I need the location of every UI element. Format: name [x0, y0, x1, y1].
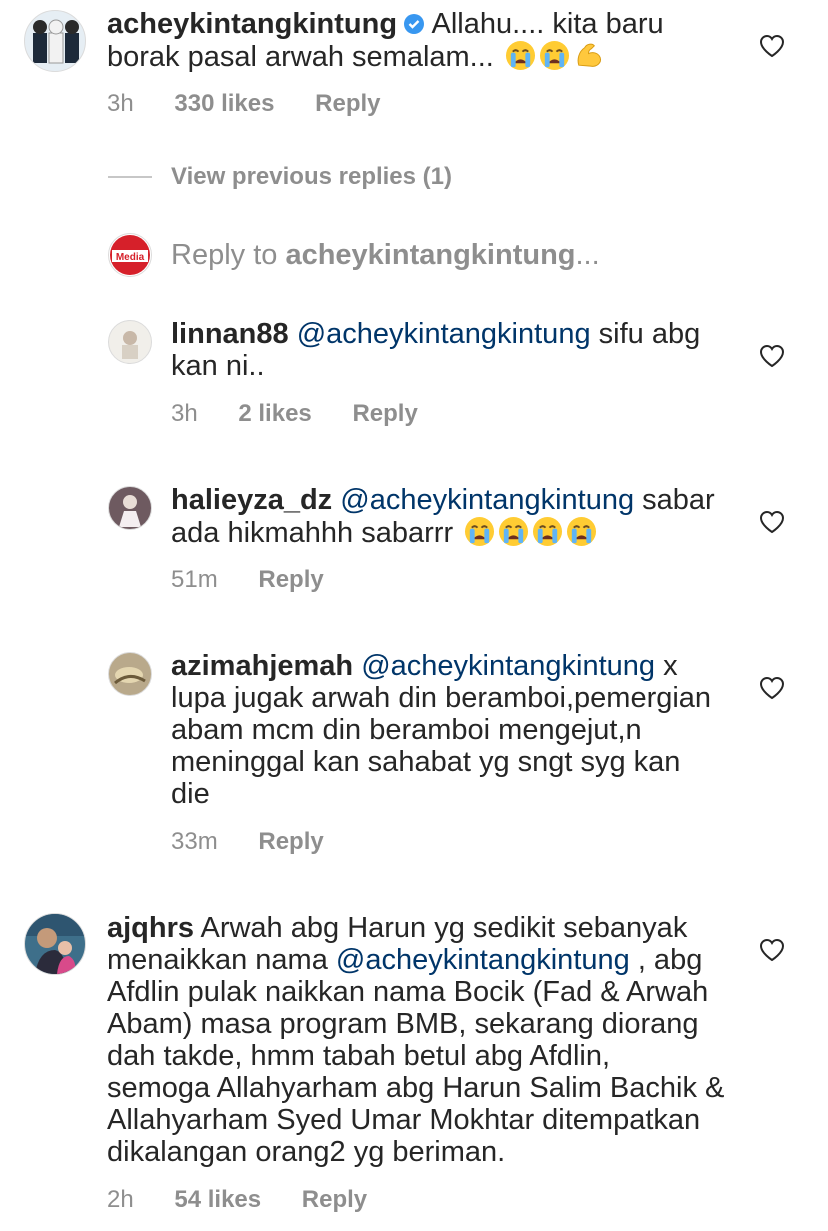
- comment-text-line: semoga Allahyarham abg Harun Salim Bachi…: [107, 1072, 725, 1104]
- crying-face-icon: [505, 40, 536, 71]
- username[interactable]: acheykintangkintung: [107, 8, 397, 40]
- crying-face-icon: [498, 516, 529, 547]
- comment-time: 51m: [171, 566, 218, 593]
- reply-to-input[interactable]: Reply to acheykintangkintung...: [171, 239, 600, 271]
- comment-text-line: Allahyarham Syed Umar Mokhtar ditempatka…: [107, 1104, 701, 1136]
- reply-button[interactable]: Reply: [258, 566, 323, 593]
- comment-time: 33m: [171, 828, 218, 855]
- comment-text: menaikkan nama: [107, 944, 336, 976]
- avatar[interactable]: [108, 652, 152, 696]
- crying-face-icon: [539, 40, 570, 71]
- comment-text-line: lupa jugak arwah din beramboi,pemergian: [171, 682, 712, 714]
- likes-count[interactable]: 330 likes: [174, 90, 274, 117]
- reply-to-prefix: Reply to: [171, 239, 286, 271]
- comment-text: Allahu.... kita baru: [425, 8, 664, 40]
- comment-time: 3h: [107, 90, 134, 117]
- flexed-biceps-icon: [573, 40, 604, 71]
- avatar[interactable]: [24, 913, 86, 975]
- reply-to-suffix: ...: [575, 239, 600, 271]
- comment-text-line: Afdlin pulak naikkan nama Bocik (Fad & A…: [107, 976, 709, 1008]
- like-heart-icon[interactable]: [759, 938, 785, 962]
- crying-face-icon: [532, 516, 563, 547]
- comment-text-line: dikalangan orang2 yg beriman.: [107, 1136, 506, 1168]
- view-previous-replies-link[interactable]: View previous replies (1): [171, 163, 452, 191]
- reply-button[interactable]: Reply: [315, 90, 380, 117]
- avatar-logo-text: Media: [116, 252, 145, 263]
- comment-text: x: [655, 650, 678, 682]
- comment-time: 2h: [107, 1186, 134, 1213]
- reply-button[interactable]: Reply: [352, 400, 417, 427]
- username[interactable]: linnan88: [171, 318, 289, 350]
- comment-text-line: meninggal kan sahabat yg sngt syg kan: [171, 746, 681, 778]
- avatar[interactable]: [108, 320, 152, 364]
- likes-count[interactable]: 2 likes: [238, 400, 311, 427]
- comment-text-line: die: [171, 778, 210, 810]
- reply-button[interactable]: Reply: [302, 1186, 367, 1213]
- verified-badge-icon: [404, 14, 425, 34]
- comment-text: sifu abg: [590, 318, 701, 350]
- likes-count[interactable]: 54 likes: [174, 1186, 261, 1213]
- like-heart-icon[interactable]: [759, 34, 785, 58]
- comment-text-line2: ada hikmahhh sabarrr: [171, 517, 462, 549]
- username[interactable]: halieyza_dz: [171, 484, 332, 516]
- crying-face-icon: [566, 516, 597, 547]
- mention-link[interactable]: @acheykintangkintung: [297, 318, 591, 350]
- mention-link[interactable]: @acheykintangkintung: [361, 650, 655, 682]
- comment-text: Arwah abg Harun yg sedikit sebanyak: [194, 912, 688, 944]
- comment-text-line: dah takde, hmm tabah betul abg Afdlin,: [107, 1040, 611, 1072]
- replies-divider-line: [108, 176, 152, 178]
- avatar[interactable]: [24, 10, 86, 72]
- reply-to-user: acheykintangkintung: [285, 239, 576, 271]
- username[interactable]: azimahjemah: [171, 650, 353, 682]
- current-user-avatar: Media: [108, 233, 152, 277]
- like-heart-icon[interactable]: [759, 510, 785, 534]
- mention-link[interactable]: @acheykintangkintung: [340, 484, 634, 516]
- username[interactable]: ajqhrs: [107, 912, 194, 944]
- comment-text: , abg: [629, 944, 703, 976]
- comment-text-line2: borak pasal arwah semalam...: [107, 41, 494, 73]
- comment-text-line: abam mcm din beramboi mengejut,n: [171, 714, 642, 746]
- comment-text-line2: kan ni..: [171, 350, 265, 382]
- comment-text: sabar: [634, 484, 715, 516]
- like-heart-icon[interactable]: [759, 676, 785, 700]
- mention-link[interactable]: @acheykintangkintung: [336, 944, 630, 976]
- avatar[interactable]: [108, 486, 152, 530]
- comment-text-line: Abam) masa program BMB, sekarang diorang: [107, 1008, 699, 1040]
- like-heart-icon[interactable]: [759, 344, 785, 368]
- comment-time: 3h: [171, 400, 198, 427]
- crying-face-icon: [464, 516, 495, 547]
- reply-button[interactable]: Reply: [258, 828, 323, 855]
